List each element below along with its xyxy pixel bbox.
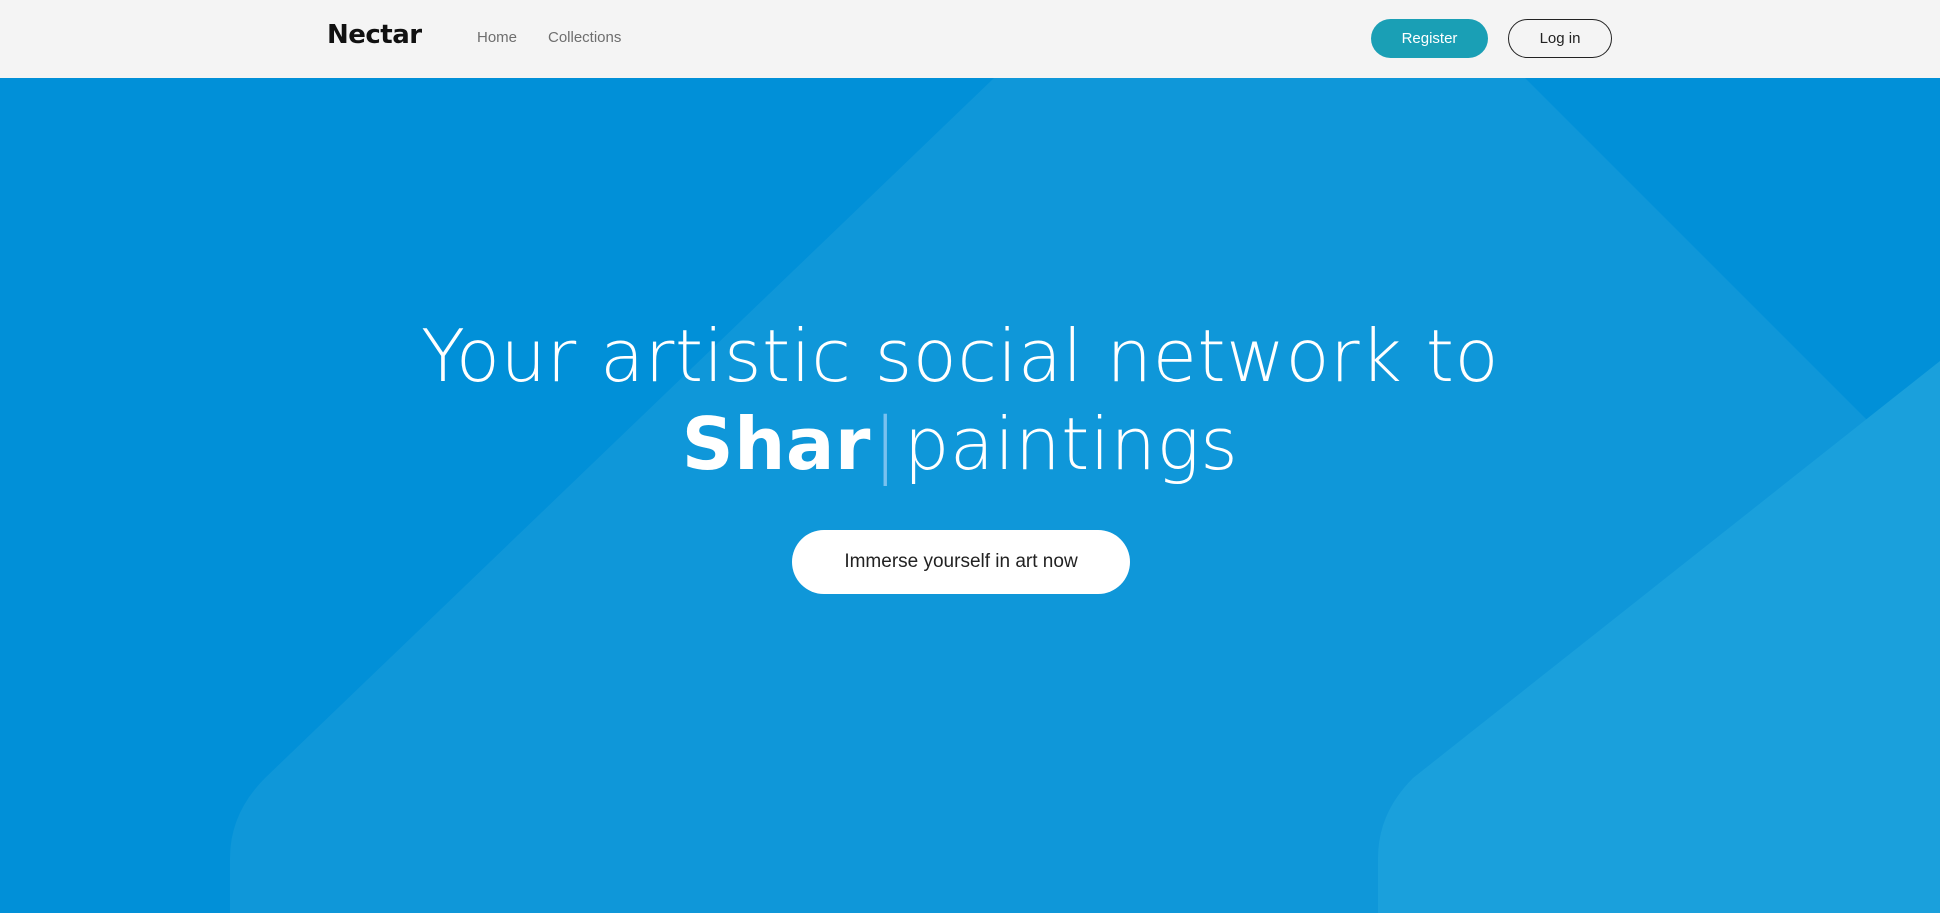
top-navbar: Nectar Home Collections Register Log in <box>0 0 1940 78</box>
hero-headline-line1: Your artistic social network to <box>421 314 1499 398</box>
immerse-cta-button[interactable]: Immerse yourself in art now <box>792 530 1130 594</box>
register-button[interactable]: Register <box>1371 19 1488 58</box>
nav-link-collections[interactable]: Collections <box>548 29 621 46</box>
typing-caret: | <box>872 402 898 486</box>
hero-headline-line2: Shar|paintings <box>0 402 1920 486</box>
typed-word: Shar <box>681 402 871 486</box>
login-button[interactable]: Log in <box>1508 19 1612 58</box>
nav-link-home[interactable]: Home <box>477 29 517 46</box>
hero-background-shapes <box>230 78 1940 913</box>
headline-rest: paintings <box>903 402 1239 486</box>
hero-section: Your artistic social network to Shar|pai… <box>0 78 1940 913</box>
brand-logo[interactable]: Nectar <box>327 20 422 50</box>
